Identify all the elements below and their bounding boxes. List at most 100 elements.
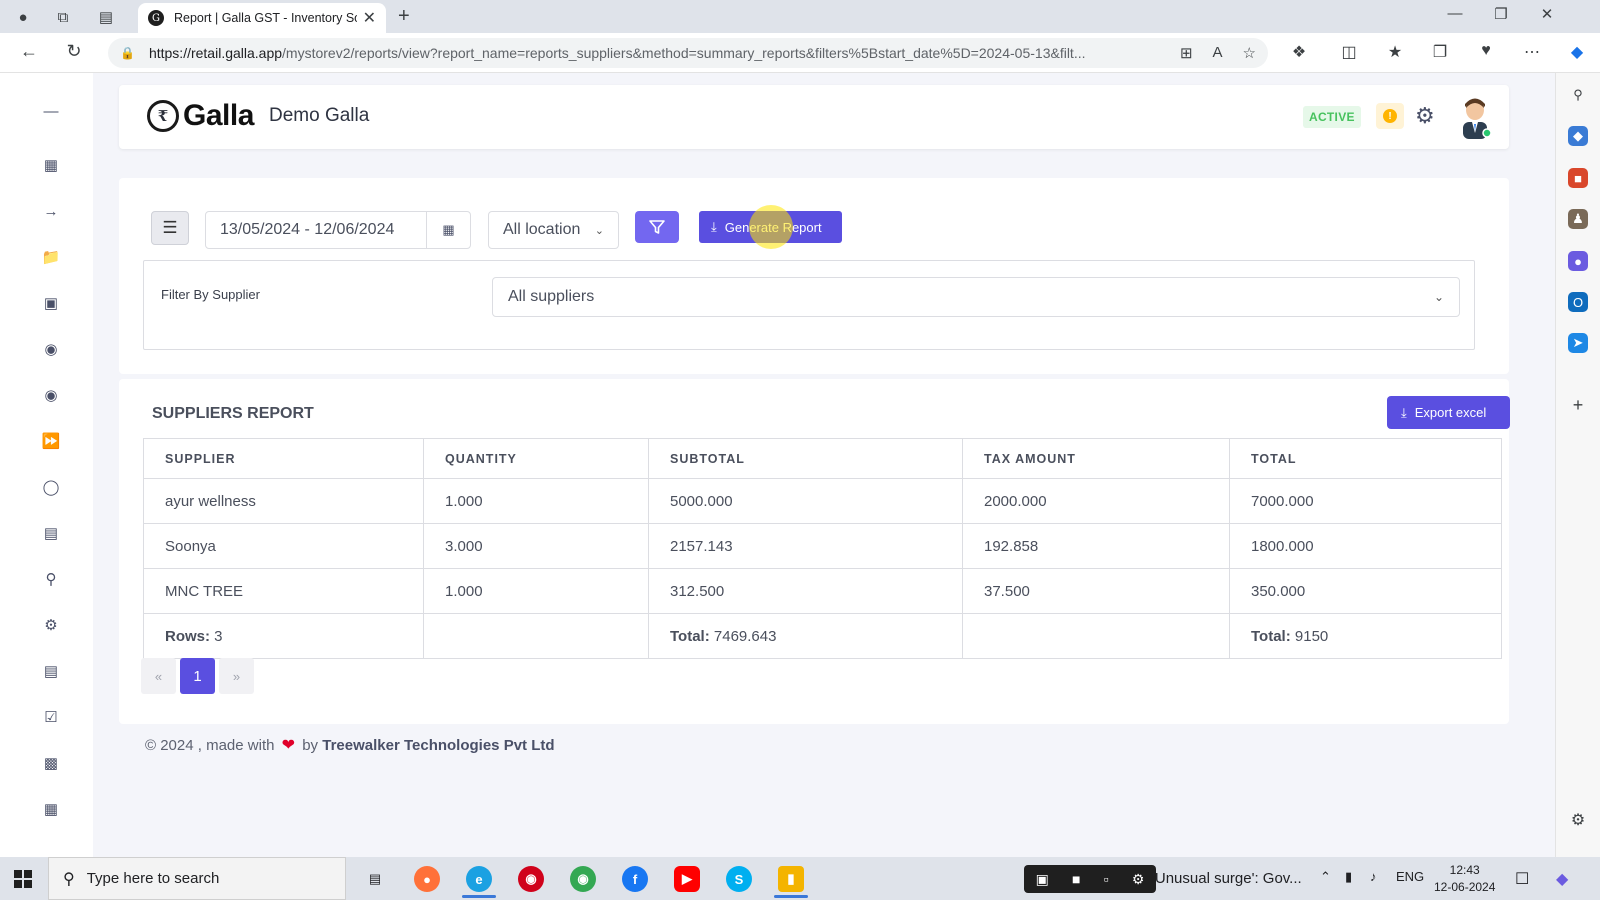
shopping-icon[interactable]: ◆ bbox=[1568, 126, 1588, 146]
close-tab-icon[interactable]: ✕ bbox=[363, 8, 376, 28]
toggle-menu-button[interactable]: ☰ bbox=[151, 211, 189, 245]
add-sidebar-app-icon[interactable]: + bbox=[1568, 395, 1588, 415]
maximize-icon[interactable]: ❐ bbox=[1478, 5, 1524, 23]
browser-essentials-icon[interactable]: ♥ bbox=[1474, 42, 1498, 60]
send-icon[interactable]: ➤ bbox=[1568, 333, 1588, 353]
pinned-app-icon[interactable]: ▮ bbox=[774, 866, 808, 898]
clock-date: 12-06-2024 bbox=[1434, 880, 1496, 894]
edge-icon[interactable]: e bbox=[462, 866, 496, 898]
tools-icon[interactable]: ■ bbox=[1568, 168, 1588, 188]
favorite-star-icon[interactable]: ☆ bbox=[1243, 44, 1256, 62]
location-select[interactable]: All location ⌄ bbox=[488, 211, 619, 249]
m365-icon[interactable]: ● bbox=[1568, 251, 1588, 271]
recorder-icon[interactable]: ◉ bbox=[518, 866, 544, 892]
games-icon[interactable]: ♟ bbox=[1568, 209, 1588, 229]
app-available-icon[interactable]: ⊞ bbox=[1180, 44, 1193, 62]
task-view-icon[interactable]: ▤ bbox=[362, 866, 388, 892]
column-header-supplier[interactable]: SUPPLIER bbox=[143, 438, 424, 479]
arrow-right-icon[interactable]: → bbox=[41, 201, 61, 221]
collections-icon[interactable]: ❐ bbox=[1428, 42, 1452, 62]
column-header-quantity[interactable]: QUANTITY bbox=[423, 438, 649, 479]
pagination-page-1[interactable]: 1 bbox=[180, 658, 215, 694]
notification-warning-button[interactable]: ! bbox=[1376, 103, 1404, 129]
volume-icon[interactable]: ♪ bbox=[1370, 869, 1377, 884]
profile-icon[interactable]: ● bbox=[12, 6, 34, 28]
rows-count-cell: Rows: 3 bbox=[143, 613, 424, 659]
date-range-picker[interactable]: 13/05/2024 - 12/06/2024 ▦ bbox=[205, 211, 471, 249]
galla-logo[interactable]: ₹ Galla bbox=[147, 99, 254, 133]
cell-quantity: 1.000 bbox=[423, 568, 649, 614]
clock[interactable]: 12:43 12-06-2024 bbox=[1434, 862, 1495, 896]
more-options-icon[interactable]: ⋯ bbox=[1520, 42, 1544, 62]
user-icon[interactable]: ◉ bbox=[41, 339, 61, 359]
report-file-icon[interactable]: ▤ bbox=[41, 661, 61, 681]
copilot-taskbar-icon[interactable]: ◆ bbox=[1556, 869, 1568, 889]
window-capture-icon[interactable]: ▫ bbox=[1104, 871, 1109, 887]
customer-icon[interactable]: ◉ bbox=[41, 385, 61, 405]
header-settings-icon[interactable]: ⚙ bbox=[1415, 103, 1435, 129]
read-aloud-icon[interactable]: A bbox=[1213, 44, 1223, 62]
lock-icon[interactable]: 🔒 bbox=[120, 46, 135, 60]
sidebar-search-icon[interactable]: ⚲ bbox=[1568, 85, 1588, 105]
language-indicator[interactable]: ENG bbox=[1396, 869, 1424, 884]
checklist-icon[interactable]: ☑ bbox=[41, 707, 61, 727]
chrome-icon[interactable]: ◉ bbox=[570, 866, 596, 892]
notifications-icon[interactable]: ☐ bbox=[1515, 869, 1529, 889]
calendar-icon[interactable]: ▦ bbox=[41, 799, 61, 819]
show-hidden-icons-icon[interactable]: ⌃ bbox=[1320, 869, 1331, 885]
date-range-value[interactable]: 13/05/2024 - 12/06/2024 bbox=[206, 221, 426, 239]
supplier-filter-label: Filter By Supplier bbox=[161, 287, 260, 302]
video-record-icon[interactable]: ■ bbox=[1072, 871, 1080, 887]
column-header-tax-amount[interactable]: TAX AMOUNT bbox=[962, 438, 1230, 479]
close-window-icon[interactable]: ✕ bbox=[1524, 5, 1570, 23]
pagination-next[interactable]: » bbox=[219, 658, 254, 694]
skype-icon[interactable]: S bbox=[726, 866, 752, 892]
youtube-icon[interactable]: ▶ bbox=[674, 866, 700, 892]
new-tab-icon[interactable]: + bbox=[398, 5, 410, 28]
address-bar[interactable]: 🔒 https://retail.galla.app /mystorev2/re… bbox=[108, 38, 1268, 68]
copilot-icon[interactable]: ◆ bbox=[1565, 42, 1589, 62]
facebook-icon[interactable]: f bbox=[622, 866, 648, 892]
screenshot-icon[interactable]: ▣ bbox=[1036, 871, 1049, 888]
outlook-icon[interactable]: O bbox=[1568, 292, 1588, 312]
galla-logo-mark-icon: ₹ bbox=[147, 100, 179, 132]
forward-icon[interactable]: ⏩ bbox=[41, 431, 61, 451]
settings-icon[interactable]: ⚙ bbox=[41, 615, 61, 635]
export-excel-button[interactable]: ⤓ Export excel bbox=[1387, 396, 1510, 429]
dashboard-icon[interactable]: ▦ bbox=[41, 155, 61, 175]
folder-icon[interactable]: 📁 bbox=[41, 247, 61, 267]
filter-button[interactable] bbox=[635, 211, 679, 243]
browser-tab-report[interactable]: G Report | Galla GST - Inventory So ✕ bbox=[138, 3, 386, 33]
extensions-icon[interactable]: ❖ bbox=[1287, 42, 1311, 62]
column-header-total[interactable]: TOTAL bbox=[1229, 438, 1502, 479]
back-icon[interactable]: ← bbox=[17, 41, 41, 62]
pagination-prev[interactable]: « bbox=[141, 658, 176, 694]
ticket-icon[interactable]: ▣ bbox=[41, 293, 61, 313]
url-domain: https://retail.galla.app bbox=[148, 45, 283, 61]
split-screen-icon[interactable]: ◫ bbox=[1337, 42, 1361, 62]
location-pin-icon[interactable]: ⚲ bbox=[41, 569, 61, 589]
windows-start-icon[interactable] bbox=[14, 870, 32, 888]
edge-sidebar: ⚲ ◆ ■ ♟ ● O ➤ + ⚙ bbox=[1555, 73, 1600, 857]
taskbar-search-input[interactable]: ⚲ Type here to search bbox=[48, 857, 346, 900]
avatar[interactable] bbox=[1457, 97, 1493, 139]
supplier-select[interactable]: All suppliers ⌄ bbox=[492, 277, 1460, 317]
column-header-subtotal[interactable]: SUBTOTAL bbox=[648, 438, 963, 479]
calendar-picker-icon[interactable]: ▦ bbox=[426, 212, 470, 248]
news-widget[interactable]: 'Unusual surge': Gov... bbox=[1152, 870, 1302, 887]
favorites-icon[interactable]: ★ bbox=[1383, 42, 1407, 62]
sidebar-settings-icon[interactable]: ⚙ bbox=[1568, 810, 1588, 830]
battery-icon[interactable]: ▮ bbox=[1345, 869, 1352, 885]
contacts-book-icon[interactable]: ▤ bbox=[41, 523, 61, 543]
firefox-icon[interactable]: ● bbox=[414, 866, 440, 892]
recorder-settings-icon[interactable]: ⚙ bbox=[1132, 871, 1145, 888]
workspaces-icon[interactable]: ⧉ bbox=[52, 6, 74, 28]
screen-recorder-controls: ▣ ■ ▫ ⚙ bbox=[1024, 865, 1156, 893]
cash-icon[interactable]: ▩ bbox=[41, 753, 61, 773]
collapse-nav-icon[interactable]: — bbox=[41, 101, 61, 121]
footer-company-link[interactable]: Treewalker Technologies Pvt Ltd bbox=[322, 737, 554, 754]
refresh-icon[interactable]: ↻ bbox=[62, 41, 86, 62]
basket-icon[interactable]: ◯ bbox=[41, 477, 61, 497]
tab-actions-icon[interactable]: ▤ bbox=[95, 6, 117, 28]
minimize-icon[interactable]: — bbox=[1432, 5, 1478, 22]
